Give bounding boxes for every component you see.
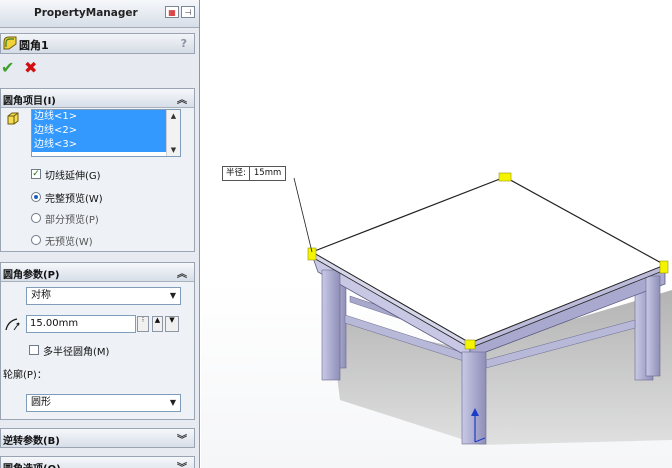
multi-radius-row[interactable]: 多半径圆角(M): [29, 342, 109, 358]
table-leg[interactable]: [461, 351, 487, 445]
list-scrollbar[interactable]: ▲ ▼: [166, 110, 180, 156]
no-preview-label: 无预览(W): [45, 236, 93, 248]
panel-title: PropertyManager: [34, 7, 138, 19]
full-preview-radio[interactable]: [31, 192, 41, 202]
table-model[interactable]: [201, 0, 672, 468]
setback-params-header[interactable]: 逆转参数(B) ︾: [1, 429, 194, 447]
fillet-params-header[interactable]: 圆角参数(P) ︽: [1, 263, 194, 282]
edge-handle[interactable]: [307, 247, 317, 261]
fillet-mode-value: 对称: [31, 290, 51, 301]
tangent-checkbox[interactable]: ✓: [31, 169, 41, 179]
units-menu-icon[interactable]: ⁝: [137, 316, 149, 332]
partial-preview-label: 部分预览(P): [45, 214, 99, 226]
fillet-items-group: 圆角项目(I) ︽ 边线<1> 边线<2> 边线<3> ▲ ▼ ✓ 切线延伸(G…: [0, 88, 195, 252]
edge-handle[interactable]: [659, 260, 669, 274]
fillet-params-title: 圆角参数(P): [3, 270, 60, 281]
scroll-up-icon[interactable]: ▲: [167, 112, 180, 120]
radius-icon: [5, 318, 20, 331]
full-preview-row[interactable]: 完整预览(W): [31, 189, 103, 205]
panel-header: PropertyManager ▦ ⊣: [0, 0, 199, 28]
dropdown-arrow-icon[interactable]: ▼: [170, 395, 176, 411]
fillet-mode-select[interactable]: 对称 ▼: [26, 287, 181, 305]
fillet-items-title: 圆角项目(I): [3, 96, 56, 107]
edge-handle[interactable]: [464, 339, 476, 350]
fillet-options-header[interactable]: 圆角选项(O) ︾: [1, 457, 194, 468]
fillet-items-header[interactable]: 圆角项目(I) ︽: [1, 89, 194, 108]
callout-leader: [293, 177, 313, 253]
spin-up-icon[interactable]: ▲: [152, 316, 163, 332]
full-preview-label: 完整预览(W): [45, 193, 103, 205]
chevron-down-icon[interactable]: ︾: [177, 459, 187, 468]
graphics-viewport[interactable]: [201, 0, 672, 468]
multi-radius-label: 多半径圆角(M): [43, 346, 110, 358]
profile-value: 圆形: [31, 397, 51, 408]
table-leg[interactable]: [321, 269, 341, 381]
collapse-icon[interactable]: ⊣: [181, 6, 195, 18]
dropdown-arrow-icon[interactable]: ▼: [170, 288, 176, 304]
callout-key: 半径:: [223, 167, 250, 180]
pin-icon[interactable]: ▦: [165, 6, 179, 18]
profile-select[interactable]: 圆形 ▼: [26, 394, 181, 412]
callout-value[interactable]: 15mm: [250, 167, 285, 180]
multi-radius-checkbox[interactable]: [29, 345, 39, 355]
help-icon[interactable]: ?: [181, 37, 187, 50]
chevron-up-icon[interactable]: ︽: [177, 265, 187, 280]
fillet-options-title: 圆角选项(O): [3, 460, 61, 468]
list-item[interactable]: 边线<1>: [32, 110, 166, 124]
property-manager-panel: PropertyManager ▦ ⊣ 圆角1 ? ✔ ✖ 圆角项目(I) ︽ …: [0, 0, 200, 468]
spin-down-icon[interactable]: ▼: [165, 316, 179, 332]
radius-callout[interactable]: 半径: 15mm: [222, 166, 287, 181]
fillet-params-group: 圆角参数(P) ︽ 对称 ▼ 15.00mm ⁝ ▲ ▼ 多半径圆角(M) 轮廓…: [0, 262, 195, 420]
list-item[interactable]: 边线<2>: [32, 124, 166, 138]
radius-input[interactable]: 15.00mm: [26, 315, 136, 333]
cancel-x-icon[interactable]: ✖: [24, 58, 37, 77]
chevron-up-icon[interactable]: ︽: [177, 91, 187, 106]
no-preview-radio[interactable]: [31, 235, 41, 245]
fillet-feature-icon: [3, 36, 17, 50]
feature-title: 圆角1: [19, 39, 49, 52]
partial-preview-row[interactable]: 部分预览(P): [31, 210, 99, 226]
profile-label: 轮廓(P)：: [3, 370, 47, 381]
tangent-label: 切线延伸(G): [45, 170, 101, 182]
no-preview-row[interactable]: 无预览(W): [31, 232, 93, 248]
partial-preview-radio[interactable]: [31, 213, 41, 223]
edge-handle[interactable]: [498, 172, 512, 182]
list-item[interactable]: 边线<3>: [32, 138, 166, 152]
edge-list[interactable]: 边线<1> 边线<2> 边线<3> ▲ ▼: [31, 109, 181, 157]
table-leg[interactable]: [645, 275, 661, 377]
tangent-propagation-row[interactable]: ✓ 切线延伸(G): [31, 166, 101, 182]
edge-selection-icon: [7, 112, 19, 125]
scroll-down-icon[interactable]: ▼: [167, 146, 180, 154]
feature-title-bar: 圆角1 ?: [0, 33, 195, 54]
setback-params-group: 逆转参数(B) ︾: [0, 428, 195, 448]
setback-params-title: 逆转参数(B): [3, 436, 60, 447]
chevron-down-icon[interactable]: ︾: [177, 431, 187, 446]
ok-check-icon[interactable]: ✔: [1, 58, 14, 77]
fillet-options-group: 圆角选项(O) ︾: [0, 456, 195, 468]
